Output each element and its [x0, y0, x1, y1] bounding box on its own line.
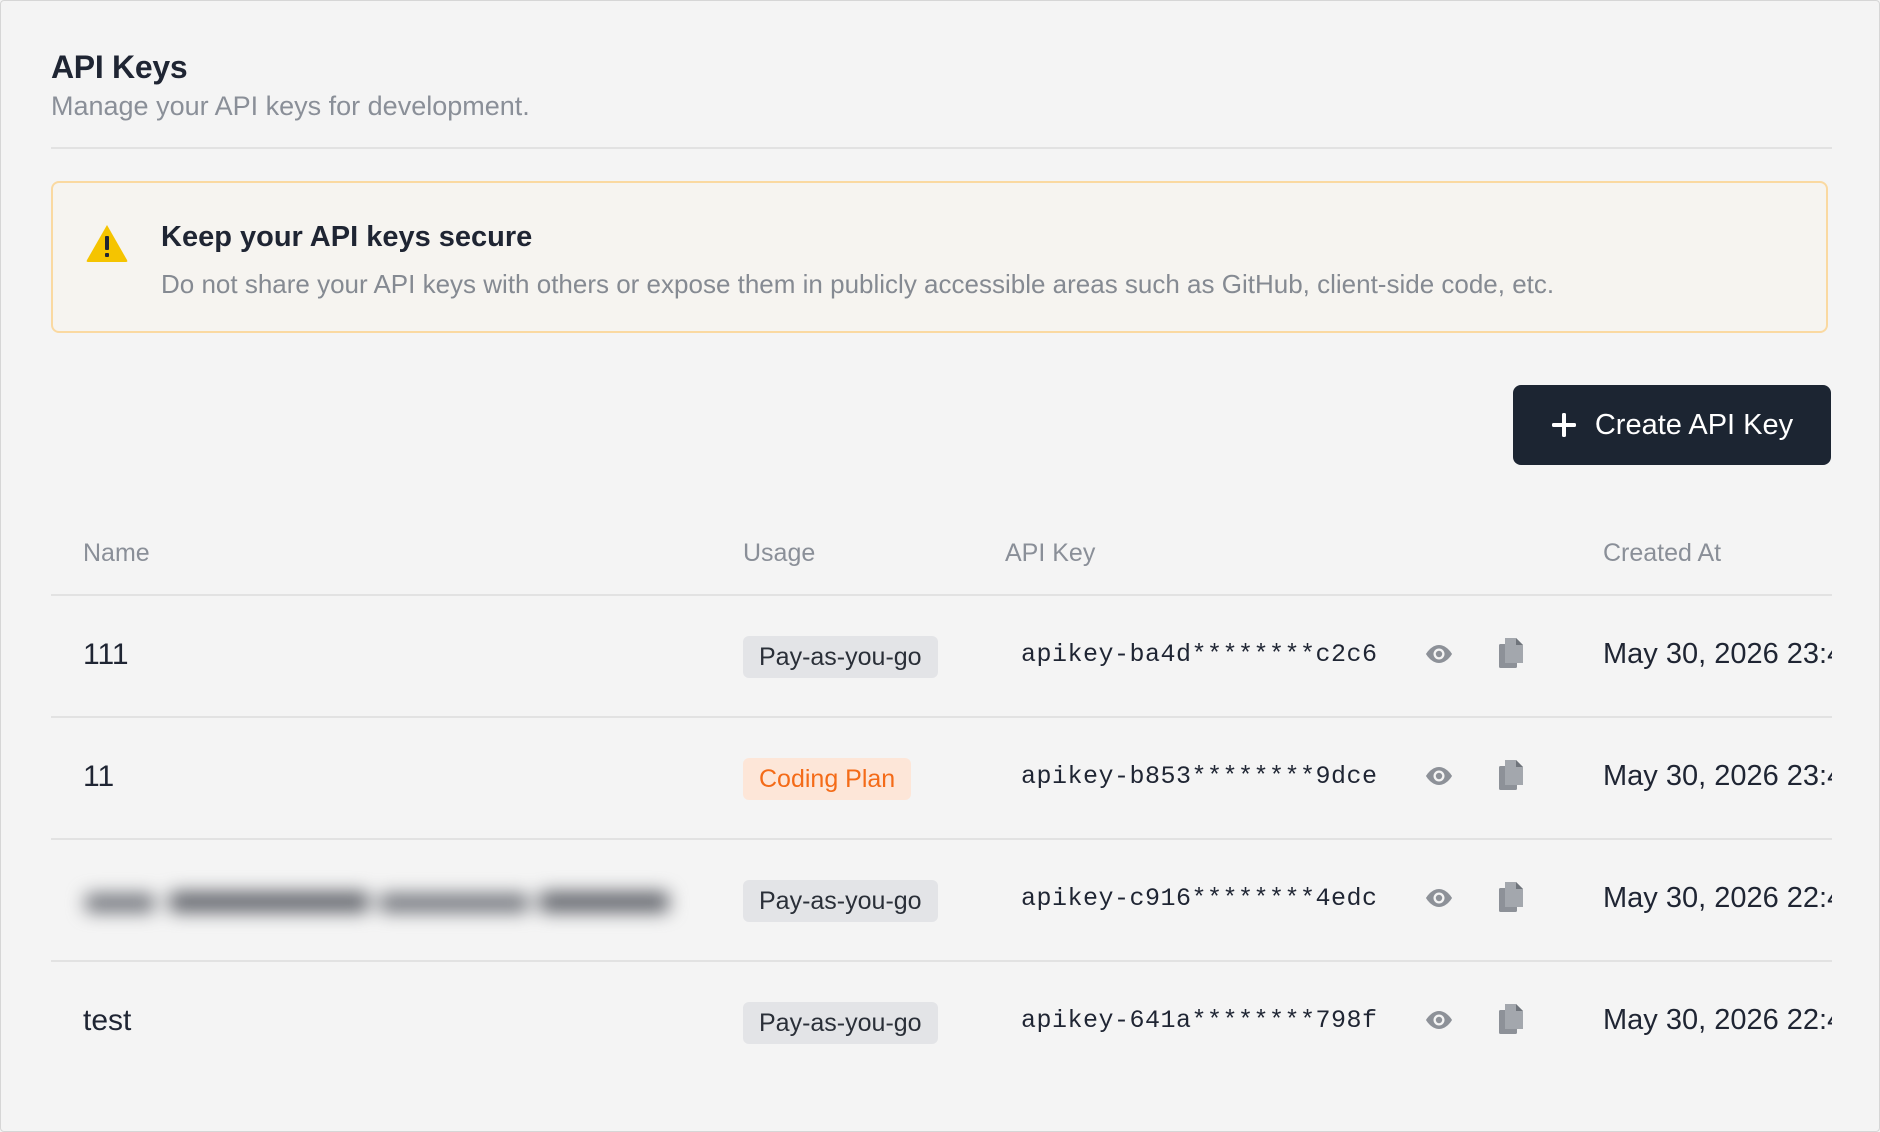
page-title: API Keys	[51, 49, 188, 85]
redacted-name	[85, 892, 669, 912]
table-row: Pay-as-you-go apikey-c916********4edc Ma…	[51, 840, 1832, 962]
eye-icon[interactable]	[1423, 642, 1455, 666]
copy-icon[interactable]	[1497, 1002, 1525, 1036]
copy-icon[interactable]	[1497, 758, 1525, 792]
created-at: May 30, 2026 23:4	[1603, 760, 1832, 792]
copy-icon[interactable]	[1497, 880, 1525, 914]
header-divider	[51, 147, 1832, 149]
key-name: 11	[83, 760, 115, 793]
plus-icon	[1551, 413, 1576, 437]
table-header: Name Usage API Key Created At	[51, 531, 1832, 595]
alert-title: Keep your API keys secure	[161, 221, 533, 253]
create-api-key-button[interactable]: Create API Key	[1513, 385, 1831, 465]
api-key-value: apikey-641a********798f	[1021, 1006, 1378, 1035]
column-header-created-at: Created At	[1603, 539, 1722, 567]
warning-icon	[86, 225, 128, 262]
created-at: May 30, 2026 22:4	[1603, 882, 1832, 914]
api-keys-panel: API Keys Manage your API keys for develo…	[0, 0, 1880, 1132]
table-row: test Pay-as-you-go apikey-641a********79…	[51, 962, 1832, 1084]
create-api-key-label: Create API Key	[1594, 408, 1794, 441]
table-row: 111 Pay-as-you-go apikey-ba4d********c2c…	[51, 596, 1832, 718]
column-header-name: Name	[83, 539, 150, 567]
usage-badge: Coding Plan	[743, 758, 912, 800]
created-at: May 30, 2026 22:4	[1603, 1004, 1832, 1036]
column-header-api-key: API Key	[1005, 539, 1096, 567]
eye-icon[interactable]	[1423, 764, 1455, 788]
eye-icon[interactable]	[1423, 886, 1455, 910]
usage-badge: Pay-as-you-go	[743, 1002, 938, 1044]
usage-badge: Pay-as-you-go	[743, 636, 938, 678]
key-name: test	[83, 1004, 132, 1037]
copy-icon[interactable]	[1497, 636, 1525, 670]
api-key-value: apikey-b853********9dce	[1021, 762, 1378, 791]
eye-icon[interactable]	[1423, 1008, 1455, 1032]
page-subtitle: Manage your API keys for development.	[51, 91, 530, 121]
column-header-usage: Usage	[743, 539, 816, 567]
security-alert: Keep your API keys secure Do not share y…	[51, 181, 1828, 333]
key-name: 111	[83, 638, 129, 671]
api-key-value: apikey-ba4d********c2c6	[1021, 640, 1378, 669]
alert-text: Do not share your API keys with others o…	[161, 269, 1555, 299]
api-key-value: apikey-c916********4edc	[1021, 884, 1378, 913]
table-row: 11 Coding Plan apikey-b853********9dce M…	[51, 718, 1832, 840]
created-at: May 30, 2026 23:4	[1603, 638, 1832, 670]
usage-badge: Pay-as-you-go	[743, 880, 938, 922]
